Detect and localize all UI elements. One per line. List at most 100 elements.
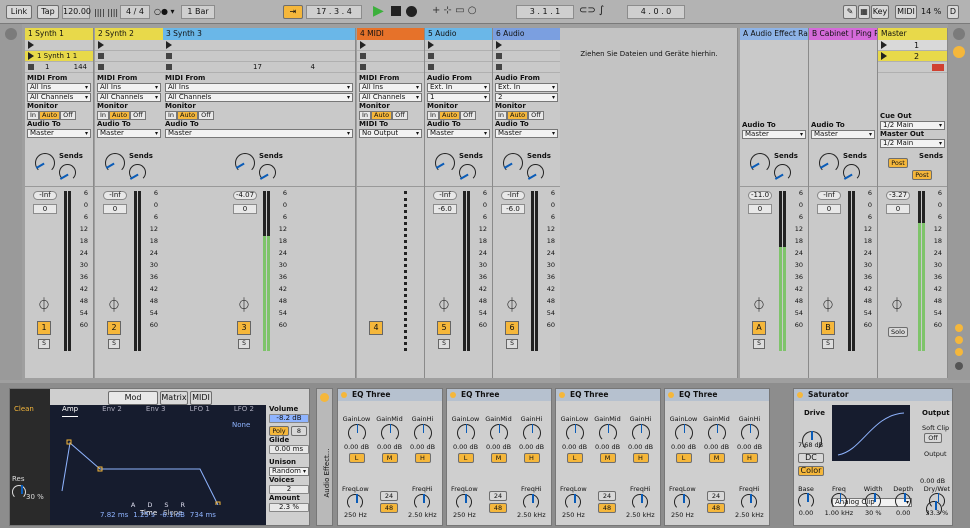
monitor-switch[interactable]: In Auto Off bbox=[495, 111, 558, 120]
slope-24[interactable]: 24 bbox=[707, 491, 725, 501]
freq-low-knob[interactable] bbox=[347, 494, 364, 510]
track-title[interactable]: 1 Synth 1 bbox=[25, 28, 93, 40]
scene-launch-icon[interactable] bbox=[881, 41, 887, 49]
gain-mid-value[interactable]: 0.00 dB bbox=[700, 443, 733, 451]
browser-toggle-icon[interactable] bbox=[5, 28, 17, 40]
input-channel-select[interactable]: All Channels bbox=[97, 93, 161, 102]
gain-hi-knob[interactable] bbox=[413, 424, 432, 442]
gain-hi-value[interactable]: 0.00 dB bbox=[515, 443, 548, 451]
color-button[interactable]: Color bbox=[798, 466, 824, 476]
clip-stop-icon[interactable] bbox=[98, 64, 104, 70]
monitor-in[interactable]: In bbox=[427, 111, 440, 120]
solo-button[interactable]: S bbox=[438, 339, 450, 349]
d-button[interactable]: D bbox=[947, 5, 959, 19]
pan-knob-icon[interactable]: ⏀ bbox=[752, 295, 766, 315]
gain-mid-band-toggle[interactable]: M bbox=[599, 453, 616, 463]
send-a-knob[interactable] bbox=[503, 153, 523, 173]
volume-field[interactable]: -Inf bbox=[103, 191, 127, 200]
track-title[interactable]: B Cabinet | Ping P bbox=[809, 28, 877, 40]
stop-all-icon[interactable] bbox=[932, 64, 944, 71]
gain-mid-band-toggle[interactable]: M bbox=[490, 453, 507, 463]
gain-mid-value[interactable]: 0.00 dB bbox=[373, 443, 406, 451]
freq-low-value[interactable]: 250 Hz bbox=[560, 511, 587, 519]
follow-icon[interactable]: ⇥ bbox=[283, 5, 303, 19]
track-activator[interactable]: B bbox=[821, 321, 835, 335]
gain-mid-knob[interactable] bbox=[707, 424, 726, 442]
freq-low-knob[interactable] bbox=[565, 494, 582, 510]
width-knob[interactable] bbox=[865, 493, 882, 509]
clip-slot[interactable] bbox=[163, 40, 355, 51]
soft-clip-toggle[interactable]: Off bbox=[924, 433, 942, 443]
slope-24[interactable]: 24 bbox=[598, 491, 616, 501]
monitor-auto[interactable]: Auto bbox=[39, 111, 61, 120]
gain-mid-knob[interactable] bbox=[489, 424, 508, 442]
clip-slot[interactable] bbox=[425, 40, 492, 51]
track-title[interactable]: 5 Audio bbox=[425, 28, 492, 40]
freq-value[interactable]: 1.00 kHz bbox=[825, 509, 854, 517]
quantize-select[interactable]: 1 Bar bbox=[181, 5, 215, 19]
clip-slot[interactable] bbox=[95, 40, 163, 51]
volume-field[interactable]: -11.0 bbox=[748, 191, 772, 200]
solo-button[interactable]: S bbox=[753, 339, 765, 349]
monitor-switch[interactable]: In Auto Off bbox=[165, 111, 353, 120]
clip-slot[interactable] bbox=[357, 51, 424, 62]
clip-slot[interactable] bbox=[95, 62, 163, 73]
track-title[interactable]: A Audio Effect Rac bbox=[740, 28, 808, 40]
track-activator[interactable]: A bbox=[752, 321, 766, 335]
send-a-knob[interactable] bbox=[435, 153, 455, 173]
record-mode-icon[interactable]: ○● ▾ bbox=[154, 7, 175, 16]
sustain-value[interactable]: -6.1 dB bbox=[160, 511, 185, 519]
volume-field[interactable]: -Inf bbox=[817, 191, 841, 200]
monitor-auto[interactable]: Auto bbox=[371, 111, 393, 120]
clip-slot[interactable]: 1 144 bbox=[25, 62, 93, 73]
base-knob[interactable] bbox=[798, 493, 814, 509]
clip-slot[interactable] bbox=[493, 40, 560, 51]
slope-24[interactable]: 24 bbox=[489, 491, 507, 501]
depth-knob[interactable] bbox=[895, 493, 912, 509]
track-title[interactable]: 6 Audio bbox=[493, 28, 560, 40]
loop-length-field[interactable]: 4 . 0 . 0 bbox=[627, 5, 685, 19]
input-channel-select[interactable]: All Channels bbox=[359, 93, 422, 102]
pan-field[interactable]: 0 bbox=[748, 204, 772, 214]
tempo-field[interactable]: 120.00 bbox=[62, 5, 91, 19]
dry-wet-value[interactable]: 33.3 % bbox=[924, 509, 950, 517]
track-activator[interactable]: 4 bbox=[369, 321, 383, 335]
send-b-knob[interactable] bbox=[527, 164, 544, 181]
input-channel-select[interactable]: All Channels bbox=[165, 93, 353, 102]
tab-amp[interactable]: Amp bbox=[62, 405, 79, 417]
pan-knob-icon[interactable]: ⏀ bbox=[237, 295, 251, 315]
volume-field[interactable]: -3.27 bbox=[886, 191, 910, 200]
clip-stop-icon[interactable] bbox=[166, 64, 172, 70]
monitor-in[interactable]: In bbox=[27, 111, 40, 120]
gain-hi-knob[interactable] bbox=[522, 424, 541, 442]
gain-mid-value[interactable]: 0.00 dB bbox=[591, 443, 624, 451]
time-signature-field[interactable]: 4 / 4 bbox=[120, 5, 150, 19]
preset-select[interactable]: Clean bbox=[14, 405, 34, 413]
crossfader-toggle-icon[interactable] bbox=[955, 362, 963, 370]
freq-hi-knob[interactable] bbox=[414, 494, 431, 510]
input-channel-select[interactable]: 2 bbox=[495, 93, 558, 102]
freq-hi-value[interactable]: 2.50 kHz bbox=[626, 511, 655, 519]
scene-1[interactable]: 1 bbox=[878, 40, 947, 51]
clip-slot[interactable] bbox=[95, 51, 163, 62]
freq-hi-knob[interactable] bbox=[741, 494, 758, 510]
pan-field[interactable]: 0 bbox=[886, 204, 910, 214]
pencil-icon[interactable]: ✎ bbox=[843, 5, 857, 19]
width-value[interactable]: 30 % bbox=[864, 509, 883, 517]
clip-stop-icon[interactable] bbox=[496, 53, 502, 59]
unison-select[interactable]: Random bbox=[269, 467, 309, 476]
gain-hi-value[interactable]: 0.00 dB bbox=[406, 443, 439, 451]
slope-24[interactable]: 24 bbox=[380, 491, 398, 501]
clip-play-icon[interactable] bbox=[28, 41, 34, 49]
monitor-in[interactable]: In bbox=[359, 111, 372, 120]
metronome-icon[interactable]: |||| |||| bbox=[94, 8, 118, 17]
arrangement-position[interactable]: 17 . 3 . 4 bbox=[306, 5, 362, 19]
gain-mid-band-toggle[interactable]: M bbox=[381, 453, 398, 463]
monitor-off[interactable]: Off bbox=[460, 111, 476, 120]
attack-value[interactable]: 7.82 ms bbox=[100, 511, 128, 519]
drive-value[interactable]: 7.68 dB bbox=[798, 441, 823, 449]
scene-2[interactable]: 2 bbox=[878, 51, 947, 62]
post-button[interactable]: Post bbox=[912, 170, 932, 180]
base-value[interactable]: 0.00 bbox=[798, 509, 814, 517]
pan-field[interactable]: 0 bbox=[33, 204, 57, 214]
